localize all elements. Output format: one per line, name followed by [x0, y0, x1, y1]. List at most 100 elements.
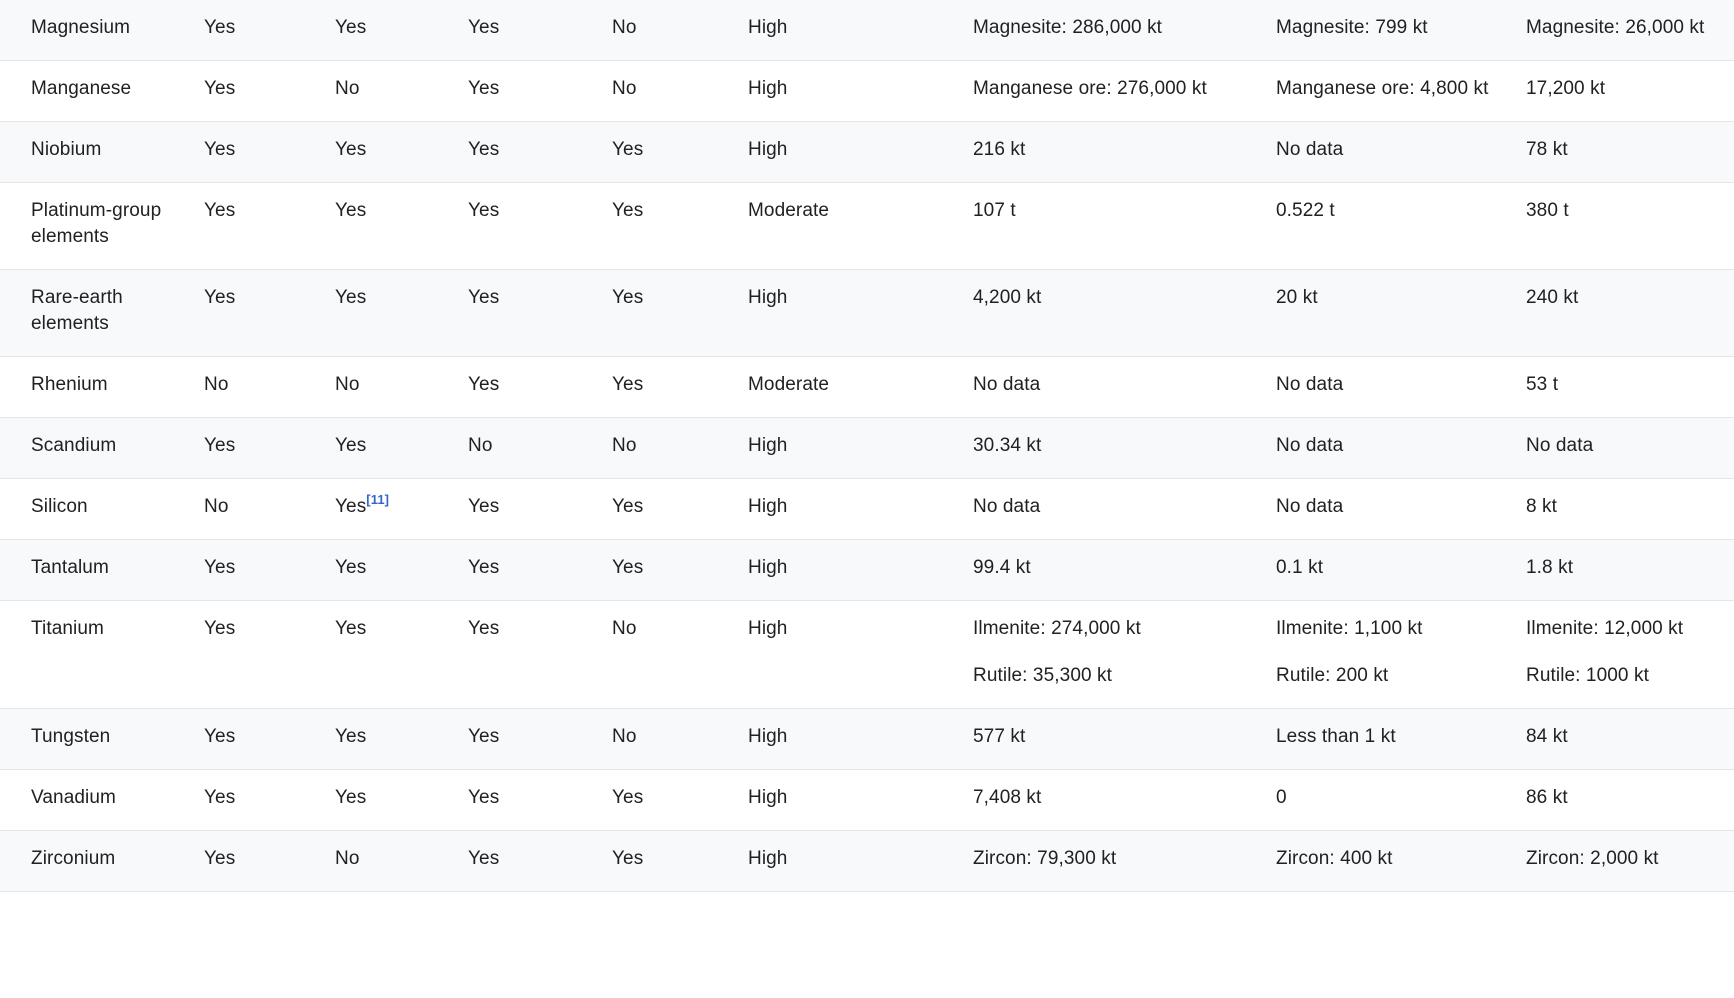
cell-text: Zircon: 400 kt — [1276, 848, 1393, 869]
table-cell-col-3: Yes — [468, 61, 612, 122]
cell-text: 107 t — [973, 200, 1016, 221]
cell-text: Manganese — [31, 78, 132, 99]
table-cell-col-1: Yes — [204, 418, 335, 479]
table-cell-mineral: Platinum-group elements — [0, 183, 204, 270]
table-cell-col-2: Yes[11] — [335, 479, 468, 540]
table-cell-col-7: Manganese ore: 4,800 kt — [1276, 61, 1526, 122]
cell-text: Yes — [468, 17, 500, 38]
cell-text: Yes — [204, 435, 236, 456]
cell-text: Rutile: 200 kt — [1276, 665, 1389, 686]
cell-text: Yes — [612, 200, 644, 221]
table-cell-col-3: Yes — [468, 479, 612, 540]
table-cell-col-4: Yes — [612, 831, 748, 892]
table-cell-col-1: Yes — [204, 61, 335, 122]
cell-text: Yes — [204, 557, 236, 578]
cell-text: Yes — [468, 374, 500, 395]
cell-text: Yes — [468, 726, 500, 747]
table-cell-col-5: High — [748, 122, 973, 183]
table-cell-col-5: High — [748, 601, 973, 709]
table-cell-col-1: Yes — [204, 540, 335, 601]
cell-text: Manganese ore: 4,800 kt — [1276, 78, 1489, 99]
table-cell-col-4: No — [612, 601, 748, 709]
table-cell-col-6: 7,408 kt — [973, 770, 1276, 831]
table-cell-mineral: Scandium — [0, 418, 204, 479]
cell-text: 17,200 kt — [1526, 78, 1606, 99]
cell-text: No — [612, 17, 637, 38]
table-cell-col-7: Ilmenite: 1,100 kt Rutile: 200 kt — [1276, 601, 1526, 709]
table-cell-col-3: Yes — [468, 270, 612, 357]
table-cell-col-1: Yes — [204, 770, 335, 831]
table-cell-col-5: High — [748, 418, 973, 479]
cell-text: Yes — [468, 618, 500, 639]
cell-text: Rutile: 35,300 kt — [973, 665, 1113, 686]
cell-text: Yes — [204, 139, 236, 160]
cell-text: No — [204, 374, 229, 395]
table-cell-col-2: Yes — [335, 270, 468, 357]
table-cell-col-1: Yes — [204, 831, 335, 892]
cell-text: High — [748, 287, 788, 308]
table-cell-mineral: Tantalum — [0, 540, 204, 601]
cell-text: Yes — [612, 139, 644, 160]
table-row: Rare-earth elements Yes Yes Yes Yes High 4,200… — [0, 269, 1734, 357]
cell-text: Yes — [335, 726, 367, 747]
table-cell-col-2: Yes — [335, 601, 468, 709]
cell-text: Yes — [612, 287, 644, 308]
cell-text: Rutile: 1000 kt — [1526, 665, 1649, 686]
table-cell-col-7: No data — [1276, 357, 1526, 418]
cell-text: Yes — [612, 374, 644, 395]
table-cell-col-8: 84 kt — [1526, 709, 1734, 770]
table-cell-col-4: No — [612, 709, 748, 770]
cell-text: Yes — [204, 78, 236, 99]
cell-text: High — [748, 848, 788, 869]
cell-text: Yes — [335, 618, 367, 639]
table-cell-col-5: High — [748, 61, 973, 122]
table-row: Vanadium Yes Yes Yes Yes High 7,408 kt 0 86 kt — [0, 769, 1734, 831]
cell-text: No data — [1276, 496, 1344, 517]
table-cell-col-6: No data — [973, 357, 1276, 418]
table-cell-col-6: 30.34 kt — [973, 418, 1276, 479]
cell-text: Yes — [468, 200, 500, 221]
table-cell-col-7: 0.522 t — [1276, 183, 1526, 270]
cell-text: Niobium — [31, 139, 102, 160]
table-cell-col-8: 78 kt — [1526, 122, 1734, 183]
cell-text: No — [612, 618, 637, 639]
cell-text: No — [335, 78, 360, 99]
table-cell-col-2: Yes — [335, 122, 468, 183]
cell-text: Rare-earth elements — [31, 287, 123, 334]
cell-text: No — [204, 496, 229, 517]
cell-text: Yes — [335, 787, 367, 808]
table-cell-col-7: No data — [1276, 479, 1526, 540]
cell-text: 30.34 kt — [973, 435, 1042, 456]
table-cell-col-4: Yes — [612, 270, 748, 357]
table-row: Scandium Yes Yes No No High 30.34 kt No data No … — [0, 417, 1734, 479]
reference-link[interactable]: [11] — [366, 492, 389, 507]
cell-text: 86 kt — [1526, 787, 1568, 808]
table-cell-col-3: Yes — [468, 122, 612, 183]
critical-minerals-table: Magnesium Yes Yes Yes No High Magnesite: 286,0… — [0, 0, 1734, 892]
table-cell-col-7: Less than 1 kt — [1276, 709, 1526, 770]
table-cell-col-3: No — [468, 418, 612, 479]
cell-text: High — [748, 139, 788, 160]
cell-text: Yes — [468, 78, 500, 99]
table-cell-col-7: Magnesite: 799 kt — [1276, 0, 1526, 61]
cell-text: 1.8 kt — [1526, 557, 1574, 578]
cell-text: Yes — [468, 557, 500, 578]
table-cell-col-6: 107 t — [973, 183, 1276, 270]
table-cell-col-4: Yes — [612, 540, 748, 601]
table-cell-col-1: Yes — [204, 601, 335, 709]
cell-text: High — [748, 726, 788, 747]
cell-text: Tungsten — [31, 726, 111, 747]
table-cell-col-6: 216 kt — [973, 122, 1276, 183]
cell-text: Less than 1 kt — [1276, 726, 1396, 747]
table-cell-col-1: No — [204, 479, 335, 540]
cell-text: No — [612, 726, 637, 747]
table-cell-col-2: Yes — [335, 418, 468, 479]
table-cell-mineral: Rhenium — [0, 357, 204, 418]
cell-text: High — [748, 496, 788, 517]
cell-text: Yes — [335, 496, 367, 517]
table-cell-col-6: Magnesite: 286,000 kt — [973, 0, 1276, 61]
cell-text: 4,200 kt — [973, 287, 1042, 308]
cell-text: Yes — [204, 726, 236, 747]
table-cell-col-6: Manganese ore: 276,000 kt — [973, 61, 1276, 122]
table-cell-col-5: Moderate — [748, 183, 973, 270]
